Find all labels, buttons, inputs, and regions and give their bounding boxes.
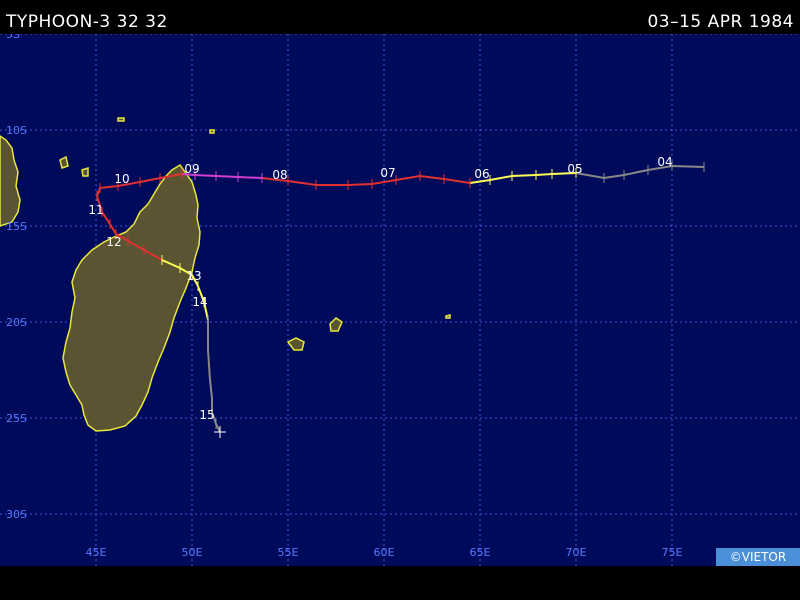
map-canvas: 5S 10S 15S 20S 25S 30S 45E 50E 55E 60E 65E 70E 75E 0… (0, 28, 800, 566)
header-bar: TYPHOON-3 32 32 03–15 APR 1984 (0, 0, 800, 34)
lon-label: 50E (182, 546, 203, 559)
lon-label: 45E (86, 546, 107, 559)
map-title: TYPHOON-3 32 32 (6, 12, 168, 32)
day-label: 07 (380, 166, 395, 180)
lat-label: 30S (6, 508, 27, 521)
lat-label: 10S (6, 124, 27, 137)
day-label: 14 (192, 295, 207, 309)
lon-label: 70E (566, 546, 587, 559)
lon-label: 55E (278, 546, 299, 559)
lat-label: 20S (6, 316, 27, 329)
day-label: 08 (272, 168, 287, 182)
day-label: 09 (184, 162, 199, 176)
day-label: 13 (186, 269, 201, 283)
day-label: 04 (657, 155, 672, 169)
tromelin-island (209, 129, 215, 134)
comoros-island (59, 155, 69, 169)
day-label: 12 (106, 235, 121, 249)
comoros-island-2 (81, 166, 89, 177)
date-range: 03–15 APR 1984 (647, 12, 794, 32)
lat-label: 5S (6, 34, 20, 41)
bottom-bar (0, 566, 800, 600)
day-label: 10 (114, 172, 129, 186)
lon-label: 75E (662, 546, 683, 559)
day-label: 06 (474, 167, 489, 181)
credit-badge: ©VIETOR (716, 548, 800, 566)
day-label: 15 (199, 408, 214, 422)
lon-label: 60E (374, 546, 395, 559)
small-island (117, 117, 125, 122)
lat-label: 15S (6, 220, 27, 233)
day-label: 11 (88, 203, 103, 217)
track-map: 5S 10S 15S 20S 25S 30S 45E 50E 55E 60E 65E 70E 75E 0… (0, 28, 800, 566)
day-label: 05 (567, 162, 582, 176)
rodrigues-island (445, 314, 451, 319)
lon-label: 65E (470, 546, 491, 559)
lat-label: 25S (6, 412, 27, 425)
